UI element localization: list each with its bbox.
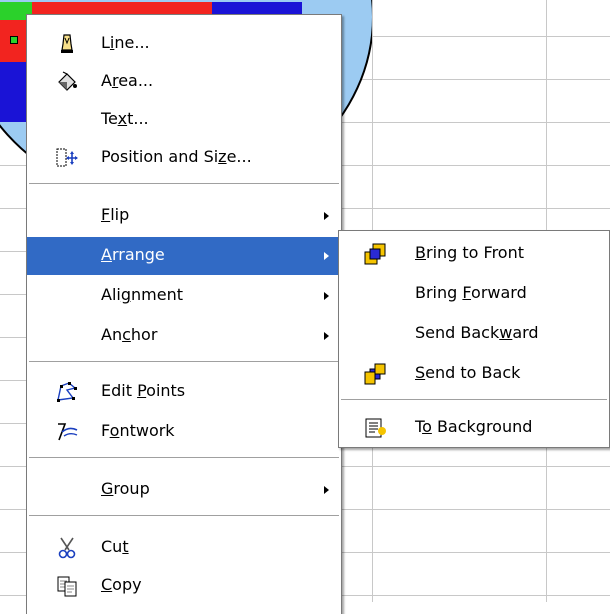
menu-item-cut[interactable]: Cut	[27, 529, 341, 567]
position-size-icon	[56, 148, 78, 167]
menu-item-flip[interactable]: Flip	[27, 197, 341, 235]
arrange-submenu: Bring to Front Bring Forward Send Backwa…	[338, 230, 610, 448]
submenu-item-bring-to-front[interactable]: Bring to Front	[339, 235, 609, 273]
selection-handle[interactable]	[10, 36, 18, 44]
scissors-icon	[58, 537, 76, 559]
context-menu: Line... Area... Text... Position and Siz…	[26, 14, 342, 614]
send-to-back-icon	[364, 363, 386, 385]
submenu-item-bring-forward[interactable]: Bring Forward	[339, 275, 609, 313]
bring-to-front-icon	[364, 243, 386, 265]
submenu-item-label: To Background	[415, 417, 533, 436]
menu-item-area[interactable]: Area...	[27, 63, 341, 101]
menu-item-label: Cut	[101, 537, 129, 556]
copy-icon	[57, 576, 77, 597]
menu-item-label: Anchor	[101, 325, 158, 344]
menu-separator	[29, 515, 339, 516]
submenu-arrow-icon	[324, 252, 329, 260]
menu-item-alignment[interactable]: Alignment	[27, 277, 341, 315]
submenu-arrow-icon	[324, 212, 329, 220]
to-background-icon	[365, 418, 386, 438]
submenu-arrow-icon	[324, 332, 329, 340]
menu-item-label: Arrange	[101, 245, 165, 264]
submenu-arrow-icon	[324, 486, 329, 494]
menu-separator	[29, 183, 339, 184]
submenu-item-label: Bring to Front	[415, 243, 525, 262]
menu-item-group[interactable]: Group	[27, 471, 341, 509]
area-fill-icon	[58, 71, 77, 91]
menu-item-label: Line...	[101, 33, 150, 52]
edit-points-icon	[57, 382, 77, 402]
menu-separator	[29, 361, 339, 362]
submenu-separator	[341, 399, 607, 400]
line-icon	[61, 34, 73, 53]
menu-item-label: Fontwork	[101, 421, 175, 440]
menu-item-label: Alignment	[101, 285, 183, 304]
submenu-item-label: Send Backward	[415, 323, 539, 342]
menu-item-label: Area...	[101, 71, 154, 90]
menu-item-label: Copy	[101, 575, 142, 594]
submenu-item-to-background[interactable]: To Background	[339, 409, 609, 447]
menu-item-copy[interactable]: Copy	[27, 567, 341, 605]
menu-item-arrange[interactable]: Arrange	[27, 237, 341, 275]
submenu-item-label: Send to Back	[415, 363, 521, 382]
menu-item-label: Group	[101, 479, 150, 498]
menu-item-label: Edit Points	[101, 381, 186, 400]
fontwork-icon	[58, 423, 78, 441]
menu-item-position-and-size[interactable]: Position and Size...	[27, 139, 341, 177]
menu-item-label: Flip	[101, 205, 130, 224]
menu-separator	[29, 457, 339, 458]
menu-item-line[interactable]: Line...	[27, 25, 341, 63]
menu-item-fontwork[interactable]: Fontwork	[27, 413, 341, 451]
menu-item-text[interactable]: Text...	[27, 101, 341, 139]
submenu-arrow-icon	[324, 292, 329, 300]
menu-item-label: Text...	[101, 109, 149, 128]
menu-item-anchor[interactable]: Anchor	[27, 317, 341, 355]
menu-item-label: Position and Size...	[101, 147, 252, 166]
menu-item-edit-points[interactable]: Edit Points	[27, 373, 341, 411]
submenu-item-send-to-back[interactable]: Send to Back	[339, 355, 609, 393]
submenu-item-label: Bring Forward	[415, 283, 527, 302]
submenu-item-send-backward[interactable]: Send Backward	[339, 315, 609, 353]
